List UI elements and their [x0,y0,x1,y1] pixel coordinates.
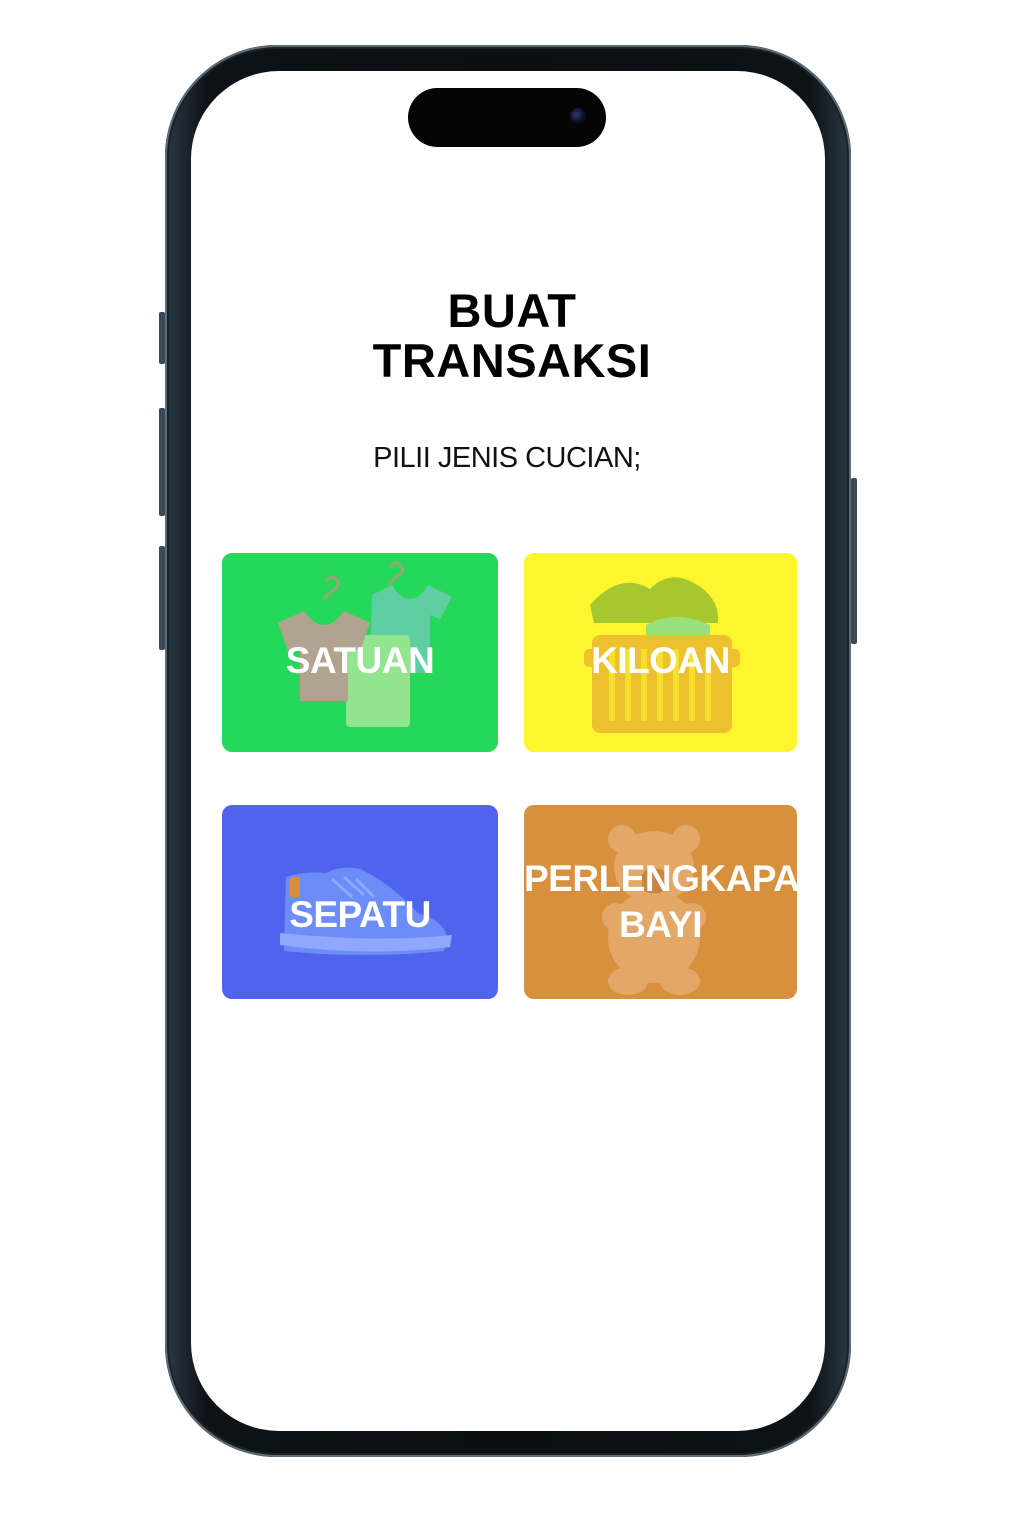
perlengkapan-label-line2: BAYI [618,904,703,945]
satuan-option-button[interactable]: SATUAN [222,553,498,752]
page-title-line2: TRANSAKSI [372,334,652,387]
kiloan-option-button[interactable]: KILOAN [524,553,797,752]
dynamic-island [408,88,606,147]
teddy-bear-icon [602,825,706,995]
instruction-text: PILII JENIS CUCIAN; [373,442,641,474]
kiloan-label: KILOAN [591,640,730,681]
power-button [851,478,857,644]
sepatu-option-button[interactable]: SEPATU [222,805,498,999]
perlengkapan-bayi-option-button[interactable]: PERLENGKAPAN BAYI [524,805,797,999]
page-title-line1: BUAT [447,284,577,337]
volume-down-button [159,546,165,650]
sepatu-label: SEPATU [289,894,431,935]
satuan-label: SATUAN [285,640,435,681]
perlengkapan-label-line1: PERLENGKAPAN [524,858,797,899]
camera-icon [570,108,586,124]
